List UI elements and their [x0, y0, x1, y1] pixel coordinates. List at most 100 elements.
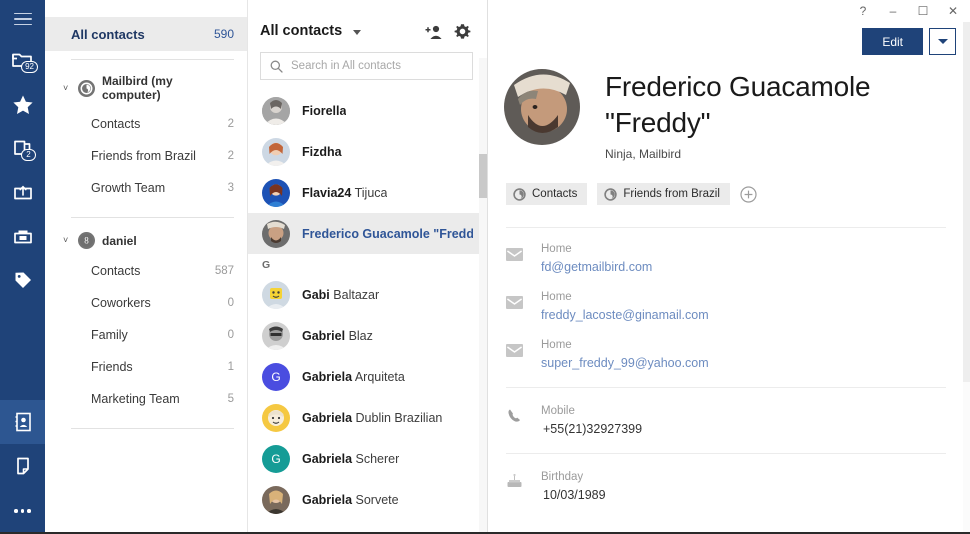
avatar — [262, 322, 290, 350]
contacts-book-icon — [13, 411, 33, 433]
folder-label: Contacts — [91, 264, 215, 278]
search-box[interactable] — [260, 52, 473, 80]
field-value[interactable]: +55(21)32927399 — [541, 420, 642, 438]
cake-icon — [506, 469, 523, 489]
field-content: Birthday 10/03/1989 — [541, 469, 606, 504]
sidebar-divider-2 — [71, 217, 234, 218]
field-label: Mobile — [541, 403, 642, 420]
field-value[interactable]: fd@getmailbird.com — [541, 258, 652, 276]
list-item[interactable]: Fiorella — [248, 90, 487, 131]
list-item[interactable]: Flavia24 Tijuca — [248, 172, 487, 213]
account-header-mailbird[interactable]: ˅ Mailbird (my computer) — [45, 68, 247, 108]
rail-item-more[interactable] — [0, 488, 45, 534]
phone-icon — [506, 403, 523, 423]
avatar-initial: G — [262, 445, 290, 473]
edit-button[interactable]: Edit — [862, 28, 923, 55]
list-item[interactable]: Gabriela Dublin Brazilian — [248, 397, 487, 438]
contact-list-title[interactable]: All contacts — [260, 23, 342, 39]
contact-hero: Frederico Guacamole "Freddy" Ninja, Mail… — [488, 55, 970, 161]
chevron-down-icon: ˅ — [63, 84, 71, 93]
contact-name: Gabriela Scherer — [302, 452, 399, 466]
avatar — [262, 486, 290, 514]
folder-label: Coworkers — [91, 296, 228, 310]
envelope-icon — [506, 289, 523, 309]
sidebar-item-marketing-team[interactable]: Marketing Team 5 — [45, 383, 247, 415]
list-settings-button[interactable] — [451, 20, 473, 42]
outbox-icon — [12, 226, 34, 247]
hamburger-menu-button[interactable] — [0, 0, 45, 38]
field-email-3[interactable]: Home super_freddy_99@yahoo.com — [488, 324, 970, 372]
sidebar-item-friends-from-brazil[interactable]: Friends from Brazil 2 — [45, 140, 247, 172]
account-header-daniel[interactable]: ˅ 8 daniel — [45, 226, 247, 255]
envelope-icon — [506, 337, 523, 357]
search-input[interactable] — [291, 60, 463, 72]
maximize-button[interactable]: ☐ — [908, 0, 938, 22]
scrollbar-thumb[interactable] — [963, 22, 970, 382]
add-person-button[interactable] — [423, 20, 445, 42]
rail-item-inbox[interactable]: 92 — [0, 38, 45, 82]
contact-name: Gabriel Blaz — [302, 329, 373, 343]
sidebar-item-all-contacts[interactable]: All contacts 590 — [45, 17, 247, 51]
contact-name: Gabriela Arquiteta — [302, 370, 405, 384]
contact-detail-panel: ? – ☐ ✕ Edit Frederico Guacamole "Freddy… — [488, 0, 970, 534]
rail-item-outbox[interactable] — [0, 214, 45, 258]
field-birthday[interactable]: Birthday 10/03/1989 — [488, 454, 970, 504]
rail-item-tags[interactable] — [0, 258, 45, 302]
folder-count: 0 — [228, 297, 234, 309]
rail-item-notes[interactable] — [0, 444, 45, 488]
avatar — [262, 179, 290, 207]
folder-count: 5 — [228, 393, 234, 405]
detail-scrollbar[interactable] — [963, 22, 970, 534]
field-content: Mobile +55(21)32927399 — [541, 403, 642, 438]
help-button[interactable]: ? — [848, 0, 878, 22]
sidebar-item-family[interactable]: Family 0 — [45, 319, 247, 351]
minimize-button[interactable]: – — [878, 0, 908, 22]
add-group-button[interactable] — [740, 186, 757, 203]
folder-label: Contacts — [91, 117, 228, 131]
sidebar-item-growth-team[interactable]: Growth Team 3 — [45, 172, 247, 204]
list-item[interactable]: Gabriel Blaz — [248, 315, 487, 356]
field-email-2[interactable]: Home freddy_lacoste@ginamail.com — [488, 276, 970, 324]
list-item[interactable]: G Gabriela Arquiteta — [248, 356, 487, 397]
close-button[interactable]: ✕ — [938, 0, 968, 22]
contact-groups: Contacts Friends from Brazil — [488, 161, 970, 205]
group-chip-contacts[interactable]: Contacts — [506, 183, 587, 205]
account-name: Mailbird (my computer) — [102, 74, 234, 102]
sidebar-item-friends[interactable]: Friends 1 — [45, 351, 247, 383]
edit-dropdown-button[interactable] — [929, 28, 956, 55]
field-value[interactable]: 10/03/1989 — [541, 486, 606, 504]
field-email-1[interactable]: Home fd@getmailbird.com — [488, 228, 970, 276]
sidebar-divider-3 — [71, 428, 234, 429]
sidebar-item-daniel-contacts[interactable]: Contacts 587 — [45, 255, 247, 287]
scrollbar-thumb[interactable] — [479, 154, 487, 198]
list-item[interactable]: Fizdha — [248, 131, 487, 172]
folder-count: 1 — [228, 361, 234, 373]
field-value[interactable]: super_freddy_99@yahoo.com — [541, 354, 709, 372]
list-item[interactable]: G Gabriela Scherer — [248, 438, 487, 479]
list-item[interactable]: Gabi Baltazar — [248, 274, 487, 315]
star-icon — [12, 94, 34, 115]
contact-list-scrollbar[interactable] — [479, 58, 487, 534]
list-item[interactable]: Gabriela Sorvete — [248, 479, 487, 520]
field-content: Home freddy_lacoste@ginamail.com — [541, 289, 709, 324]
chevron-down-icon[interactable] — [353, 30, 361, 35]
chevron-down-icon — [938, 39, 948, 44]
avatar — [262, 97, 290, 125]
rail-item-contacts[interactable] — [0, 400, 45, 444]
field-phone-mobile[interactable]: Mobile +55(21)32927399 — [488, 388, 970, 438]
mailbird-logo-icon — [513, 188, 526, 201]
contact-name: Gabriela Sorvete — [302, 493, 399, 507]
sidebar-item-mailbird-contacts[interactable]: Contacts 2 — [45, 108, 247, 140]
rail-item-drafts[interactable]: 2 — [0, 126, 45, 170]
list-item-selected[interactable]: Frederico Guacamole "Fredd... — [248, 213, 487, 254]
sidebar-item-coworkers[interactable]: Coworkers 0 — [45, 287, 247, 319]
field-label: Home — [541, 289, 709, 306]
group-chip-friends-from-brazil[interactable]: Friends from Brazil — [597, 183, 730, 205]
field-value[interactable]: freddy_lacoste@ginamail.com — [541, 306, 709, 324]
rail-item-favorites[interactable] — [0, 82, 45, 126]
folder-count: 2 — [228, 118, 234, 130]
page-title: Frederico Guacamole "Freddy" — [605, 69, 970, 141]
rail-item-archive[interactable] — [0, 170, 45, 214]
all-contacts-count: 590 — [214, 27, 234, 41]
field-label: Birthday — [541, 469, 606, 486]
